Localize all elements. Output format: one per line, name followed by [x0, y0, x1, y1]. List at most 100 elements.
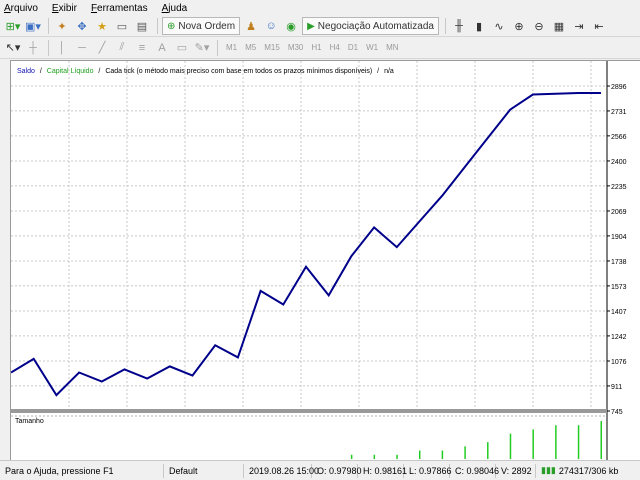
- drawing-toolbar: ↖▾ ┼ │ ─ ╱ ⫽ ≡ A ▭ ✎▾ M1 M5 M15 M30 H1 H…: [0, 37, 640, 59]
- crosshair-icon[interactable]: ┼: [24, 39, 42, 57]
- shapes-icon[interactable]: ✎▾: [193, 39, 211, 57]
- volume-bars: [350, 421, 602, 459]
- volume-bar: [396, 454, 398, 459]
- y-tick-label: 1573: [611, 284, 627, 291]
- menu-ajuda[interactable]: Ajuda: [162, 3, 188, 14]
- standard-toolbar: ⊞▾ ▣▾ ✦ ✥ ★ ▭ ▤ ⊕ Nova Ordem ♟ ☺ ◉ ▶ Negoc…: [0, 16, 640, 37]
- tester-icon[interactable]: ▤: [133, 17, 151, 35]
- chart-shift-icon[interactable]: ⇤: [590, 17, 608, 35]
- timeframe-m15[interactable]: M15: [264, 43, 280, 52]
- volume-bar: [532, 429, 534, 459]
- tile-windows-icon[interactable]: ▦: [550, 17, 568, 35]
- bar-chart-icon[interactable]: ╫: [450, 17, 468, 35]
- zoom-in-icon[interactable]: ⊕: [510, 17, 528, 35]
- y-tick-label: 2235: [611, 184, 627, 191]
- menu-bar: Arquivo Exibir Ferramentas Ajuda: [0, 0, 640, 16]
- horizontal-line-icon[interactable]: ─: [73, 39, 91, 57]
- auto-trading-icon: ▶: [307, 20, 315, 32]
- zoom-out-icon[interactable]: ⊖: [530, 17, 548, 35]
- chart-description: Cada tick (o método mais preciso com bas…: [105, 68, 372, 75]
- volume-bar: [577, 425, 580, 459]
- timeframe-m5[interactable]: M5: [245, 43, 256, 52]
- series-line-balance: [10, 92, 601, 397]
- separator: [48, 39, 49, 56]
- autoscroll-icon[interactable]: ⇥: [570, 17, 588, 35]
- channel-icon[interactable]: ⫽: [113, 39, 131, 57]
- y-tick-label: 2400: [611, 159, 627, 166]
- y-tick-label: 1242: [611, 334, 627, 341]
- volume-bar: [373, 454, 376, 459]
- status-memory: ▮▮▮ 274317/306 kb: [536, 464, 623, 478]
- separator: [157, 18, 158, 34]
- y-tick-label: 2566: [611, 134, 627, 141]
- terminal-icon[interactable]: ▭: [113, 17, 131, 35]
- market-watch-icon[interactable]: ✦: [53, 17, 71, 35]
- volume-bar: [464, 446, 466, 459]
- vps-icon[interactable]: ◉: [282, 17, 300, 35]
- status-help: Para o Ajuda, pressione F1: [0, 463, 164, 478]
- timeframe-m30[interactable]: M30: [288, 43, 304, 52]
- balance-chart: 2896 2731 2566 2400 2235 2069 1904 1738 1573 1407…: [10, 61, 627, 461]
- connection-bars-icon: ▮▮▮: [541, 465, 556, 475]
- volume-bar: [555, 425, 557, 459]
- label-icon[interactable]: ▭: [173, 39, 191, 57]
- y-tick-label: 911: [611, 384, 622, 391]
- volume-label: Tamanho: [15, 418, 44, 425]
- separator: [48, 18, 49, 34]
- status-high: H: 0.98161: [358, 463, 407, 478]
- y-tick-label: 2731: [611, 109, 627, 116]
- tester-graph-window[interactable]: 2896 2731 2566 2400 2235 2069 1904 1738 1573 1407…: [10, 60, 640, 461]
- volume-bar: [487, 442, 489, 459]
- volume-bar: [418, 450, 421, 459]
- status-close: C: 0.98046: [450, 463, 499, 478]
- y-axis-ticks: 2896 2731 2566 2400 2235 2069 1904 1738 1573 1407…: [607, 84, 627, 416]
- timeframe-mn[interactable]: MN: [386, 43, 398, 52]
- left-strip: [0, 60, 10, 460]
- market-icon[interactable]: ☺: [262, 17, 280, 35]
- timeframe-h1[interactable]: H1: [311, 43, 321, 52]
- status-memory-text: 274317/306 kb: [558, 465, 619, 476]
- y-tick-label: 2896: [611, 84, 627, 91]
- status-profile: Default: [164, 463, 244, 478]
- menu-exibir[interactable]: Exibir: [52, 3, 77, 14]
- candles-icon[interactable]: ▮: [470, 17, 488, 35]
- status-volume: V: 2892: [496, 463, 536, 478]
- chart-na: n/a: [384, 68, 394, 75]
- text-icon[interactable]: A: [153, 39, 171, 57]
- timeframe-d1[interactable]: D1: [348, 43, 358, 52]
- status-datetime: 2019.08.26 15:00: [244, 463, 319, 478]
- volume-bar: [350, 454, 353, 459]
- separator: [217, 39, 218, 56]
- status-bar: Para o Ajuda, pressione F1 Default 2019.…: [0, 460, 640, 480]
- y-tick-label: 1738: [611, 259, 627, 266]
- vertical-line-icon[interactable]: │: [53, 39, 71, 57]
- navigator-icon[interactable]: ✥: [73, 17, 91, 35]
- menu-arquivo[interactable]: Arquivo: [4, 3, 38, 14]
- y-tick-label: 1076: [611, 359, 627, 366]
- fibonacci-icon[interactable]: ≡: [133, 39, 151, 57]
- y-tick-label: 745: [611, 409, 623, 416]
- grid: [11, 61, 607, 412]
- separator: [444, 18, 446, 34]
- volume-subwindow-separator[interactable]: [11, 409, 607, 413]
- line-chart-icon[interactable]: ∿: [490, 17, 508, 35]
- new-chart-icon[interactable]: ⊞▾: [4, 17, 22, 35]
- profiles-icon[interactable]: ▣▾: [24, 17, 42, 35]
- status-open: O: 0.97980: [312, 463, 362, 478]
- signals-icon[interactable]: ♟: [242, 17, 260, 35]
- cursor-icon[interactable]: ↖▾: [4, 39, 22, 57]
- timeframe-m1[interactable]: M1: [226, 43, 237, 52]
- legend-balance: Saldo: [17, 68, 35, 75]
- new-order-button[interactable]: ⊕ Nova Ordem: [162, 17, 241, 35]
- y-tick-label: 1904: [611, 234, 627, 241]
- trend-line-icon[interactable]: ╱: [93, 39, 111, 57]
- y-tick-label: 1407: [611, 309, 627, 316]
- timeframe-w1[interactable]: W1: [366, 43, 378, 52]
- timeframe-h4[interactable]: H4: [330, 43, 340, 52]
- favorites-star-icon[interactable]: ★: [93, 17, 111, 35]
- volume-bar: [509, 433, 512, 459]
- legend-equity: Capital Líquido: [47, 68, 94, 75]
- series-group: [10, 92, 601, 397]
- auto-trading-button[interactable]: ▶ Negociação Automatizada: [302, 17, 439, 35]
- menu-ferramentas[interactable]: Ferramentas: [91, 3, 148, 14]
